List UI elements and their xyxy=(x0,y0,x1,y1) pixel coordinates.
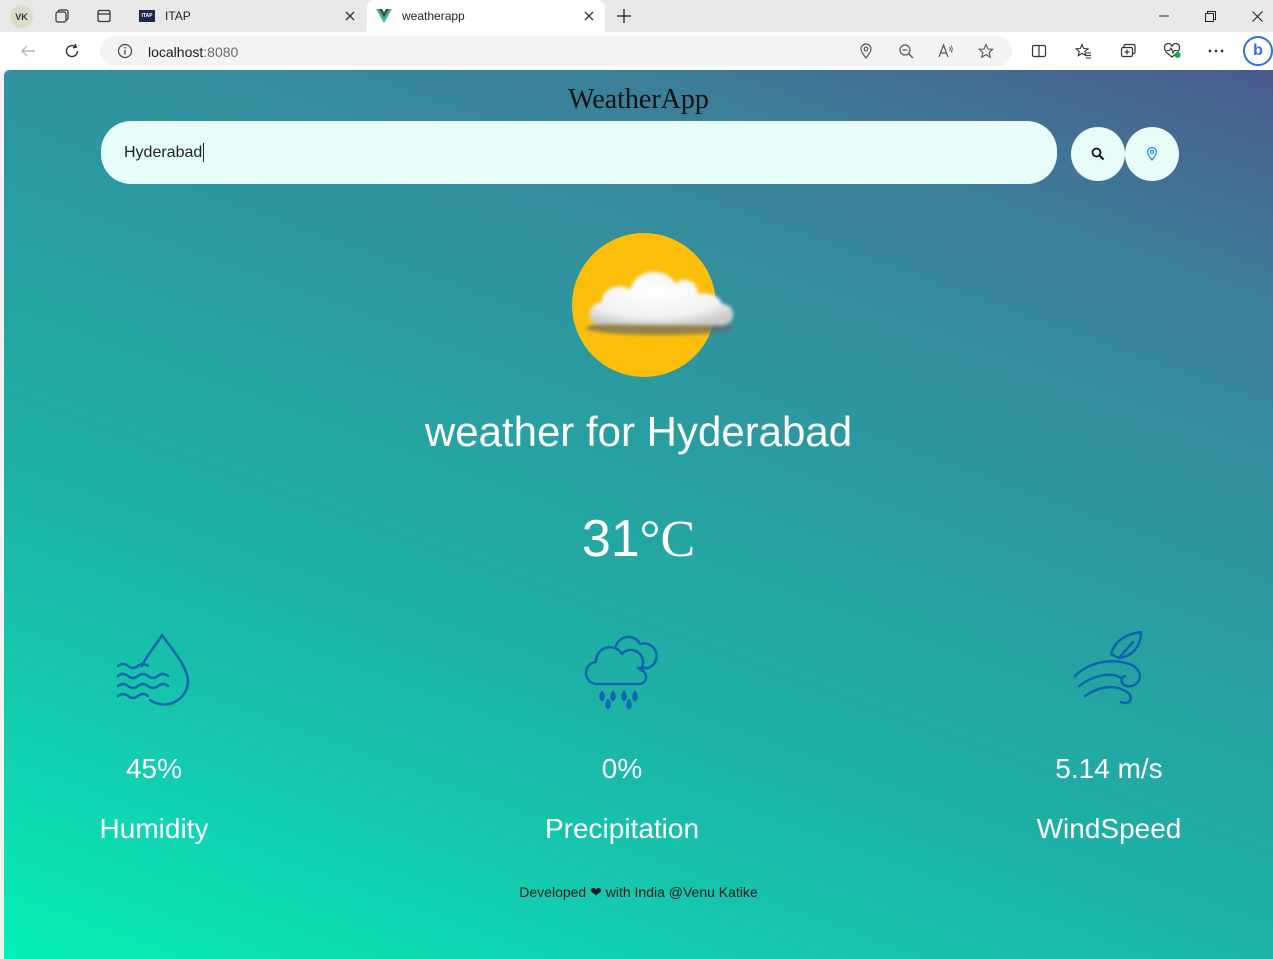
windspeed-label: WindSpeed xyxy=(1036,813,1182,844)
humidity-icon xyxy=(116,633,190,706)
collections-icon[interactable] xyxy=(1118,41,1138,61)
restore-icon[interactable] xyxy=(1187,0,1233,32)
profile-avatar[interactable]: VK xyxy=(10,5,33,28)
city-heading: weather for Hyderabad xyxy=(424,408,853,455)
itap-favicon: ITAP xyxy=(139,8,155,24)
sun-behind-cloud-icon xyxy=(572,233,734,377)
rain-cloud-icon xyxy=(584,635,658,710)
tab-itap[interactable]: ITAP ITAP xyxy=(130,0,366,32)
browser-address-bar: localhost:8080 b xyxy=(0,32,1273,70)
split-screen-icon[interactable] xyxy=(1029,41,1049,61)
new-tab-icon[interactable] xyxy=(612,4,636,28)
text-caret xyxy=(203,143,204,162)
search-icon xyxy=(1091,147,1105,161)
back-icon[interactable] xyxy=(18,41,38,61)
read-aloud-icon[interactable] xyxy=(937,42,955,60)
footer-text-after: with India @Venu Katike xyxy=(605,884,758,900)
workspaces-icon[interactable] xyxy=(52,6,72,26)
favorites-icon[interactable] xyxy=(1073,41,1093,61)
refresh-icon[interactable] xyxy=(62,41,82,61)
minimize-icon[interactable] xyxy=(1141,0,1187,32)
favorite-star-icon[interactable] xyxy=(977,42,995,60)
temperature-value: 31 xyxy=(581,510,640,568)
current-location-button[interactable] xyxy=(1125,127,1179,181)
location-pin-icon xyxy=(1146,147,1158,161)
wind-icon xyxy=(1073,630,1143,705)
app-title: WeatherApp xyxy=(568,84,709,115)
location-icon[interactable] xyxy=(857,42,875,60)
footer-text-before: Developed xyxy=(519,884,587,900)
precipitation-label: Precipitation xyxy=(544,813,700,844)
close-icon[interactable] xyxy=(581,8,597,24)
browser-essentials-icon[interactable] xyxy=(1162,41,1182,61)
heart-icon: ❤ xyxy=(590,884,602,900)
humidity-stat: 45% Humidity xyxy=(34,630,274,845)
copilot-icon[interactable]: b xyxy=(1243,36,1273,66)
precipitation-stat: 0% Precipitation xyxy=(502,630,742,845)
more-options-icon[interactable] xyxy=(1206,41,1226,61)
city-search-input[interactable] xyxy=(101,121,1057,184)
tab-weatherapp[interactable]: weatherapp xyxy=(367,0,605,32)
weather-app-page: WeatherApp weather for Hyderabad xyxy=(4,70,1273,959)
url-text: localhost:8080 xyxy=(148,44,239,60)
tab-title: ITAP xyxy=(165,9,191,23)
precipitation-value: 0% xyxy=(601,753,643,784)
close-icon[interactable] xyxy=(342,8,358,24)
zoom-out-icon[interactable] xyxy=(897,42,915,60)
site-info-icon[interactable] xyxy=(117,43,133,59)
tab-actions-icon[interactable] xyxy=(94,6,114,26)
vue-logo-icon xyxy=(376,8,392,24)
footer-credit: Developed ❤ with India @Venu Katike xyxy=(4,884,1273,901)
address-field[interactable]: localhost:8080 xyxy=(100,36,1012,66)
windspeed-stat: 5.14 m/s WindSpeed xyxy=(989,630,1229,845)
windspeed-value: 5.14 m/s xyxy=(1055,753,1163,784)
humidity-value: 45% xyxy=(125,753,183,784)
humidity-label: Humidity xyxy=(99,813,209,844)
window-close-icon[interactable] xyxy=(1234,0,1273,32)
temperature-unit: °C xyxy=(639,511,696,568)
search-button[interactable] xyxy=(1071,127,1125,181)
tab-title: weatherapp xyxy=(402,9,465,23)
browser-tab-bar: VK ITAP ITAP weatherapp xyxy=(0,0,1273,32)
temperature: 31°C xyxy=(4,509,1273,569)
